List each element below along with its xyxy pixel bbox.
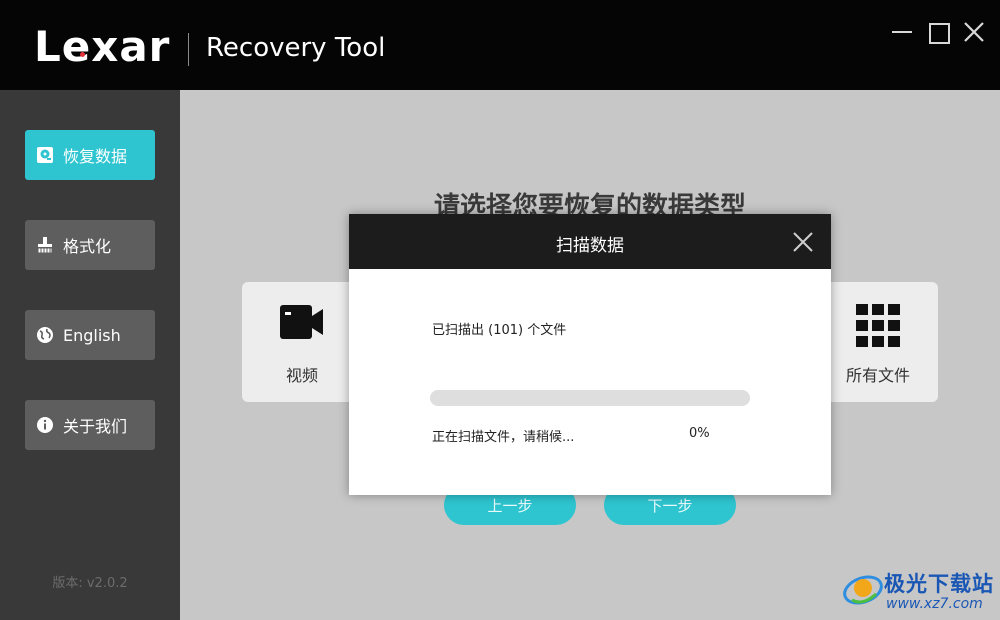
scan-dialog: 扫描数据 已扫描出 (101) 个文件 正在扫描文件，请稍候... 0% <box>349 214 831 495</box>
close-icon[interactable] <box>962 20 986 44</box>
sidebar: 恢复数据 格式化 English 关于我们 版本: v2.0.2 <box>0 90 180 620</box>
scanned-count-text: 已扫描出 (101) 个文件 <box>432 323 567 338</box>
lexar-logo: Lexar <box>34 22 171 71</box>
title-bar: Lexar Recovery Tool <box>0 0 1000 90</box>
sidebar-item-label: 恢复数据 <box>63 147 128 166</box>
sidebar-item-format[interactable]: 格式化 <box>25 220 155 270</box>
globe-icon <box>35 325 55 345</box>
logo-dot <box>80 52 85 57</box>
app-title: Recovery Tool <box>206 33 386 63</box>
maximize-icon[interactable] <box>926 20 950 44</box>
grid-icon <box>818 304 938 348</box>
type-card-all-files[interactable]: 所有文件 <box>818 282 938 402</box>
brush-icon <box>35 235 55 255</box>
scan-percent-text: 0% <box>689 426 710 441</box>
scan-status-text: 正在扫描文件，请稍候... <box>432 430 575 445</box>
dialog-header: 扫描数据 <box>349 214 831 269</box>
sidebar-item-language[interactable]: English <box>25 310 155 360</box>
sidebar-item-recover-data[interactable]: 恢复数据 <box>25 130 155 180</box>
watermark-logo-icon <box>843 575 883 605</box>
sidebar-item-label: 格式化 <box>63 237 112 256</box>
video-camera-icon <box>242 304 362 348</box>
scan-progress-bar <box>430 390 750 406</box>
site-watermark: 极光下载站 www.xz7.com <box>840 562 1000 620</box>
minimize-icon[interactable] <box>890 20 914 44</box>
card-label: 视频 <box>285 366 318 385</box>
dialog-close-icon[interactable] <box>792 231 814 253</box>
card-label: 所有文件 <box>845 366 910 385</box>
type-card-video[interactable]: 视频 <box>242 282 362 402</box>
dialog-title: 扫描数据 <box>556 236 624 256</box>
disk-recover-icon <box>35 145 55 165</box>
watermark-name: 极光下载站 <box>884 572 994 596</box>
watermark-url: www.xz7.com <box>886 596 983 612</box>
title-separator <box>188 33 189 66</box>
sidebar-item-label: English <box>63 325 121 345</box>
sidebar-item-label: 关于我们 <box>63 417 128 436</box>
info-icon <box>35 415 55 435</box>
sidebar-item-about[interactable]: 关于我们 <box>25 400 155 450</box>
version-label: 版本: v2.0.2 <box>52 576 128 591</box>
